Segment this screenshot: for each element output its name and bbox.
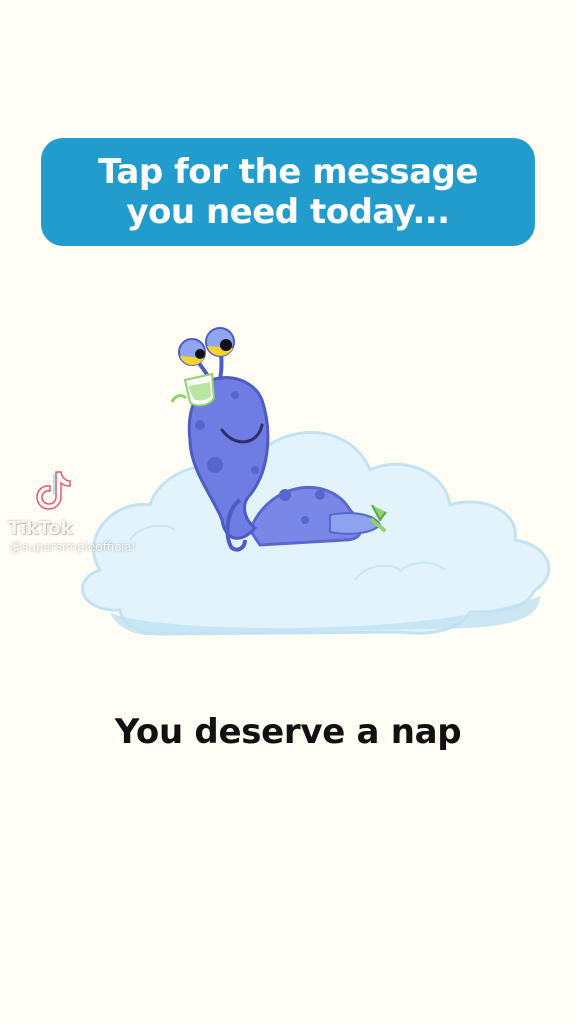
story-screen[interactable]: Tap for the message you need today... Ti…: [0, 0, 576, 1024]
message-prompt-banner[interactable]: Tap for the message you need today...: [41, 138, 535, 246]
prompt-text: Tap for the message you need today...: [98, 152, 478, 232]
tiktok-logo-icon: [36, 471, 71, 510]
tea-cup-icon: [170, 372, 216, 407]
tiktok-brand-text: TikTok: [8, 518, 73, 539]
daily-message-text: You deserve a nap: [114, 712, 462, 752]
tiktok-watermark: TikTok @supersimpleofficial: [8, 468, 188, 558]
tiktok-handle-text: @supersimpleofficial: [10, 540, 135, 554]
